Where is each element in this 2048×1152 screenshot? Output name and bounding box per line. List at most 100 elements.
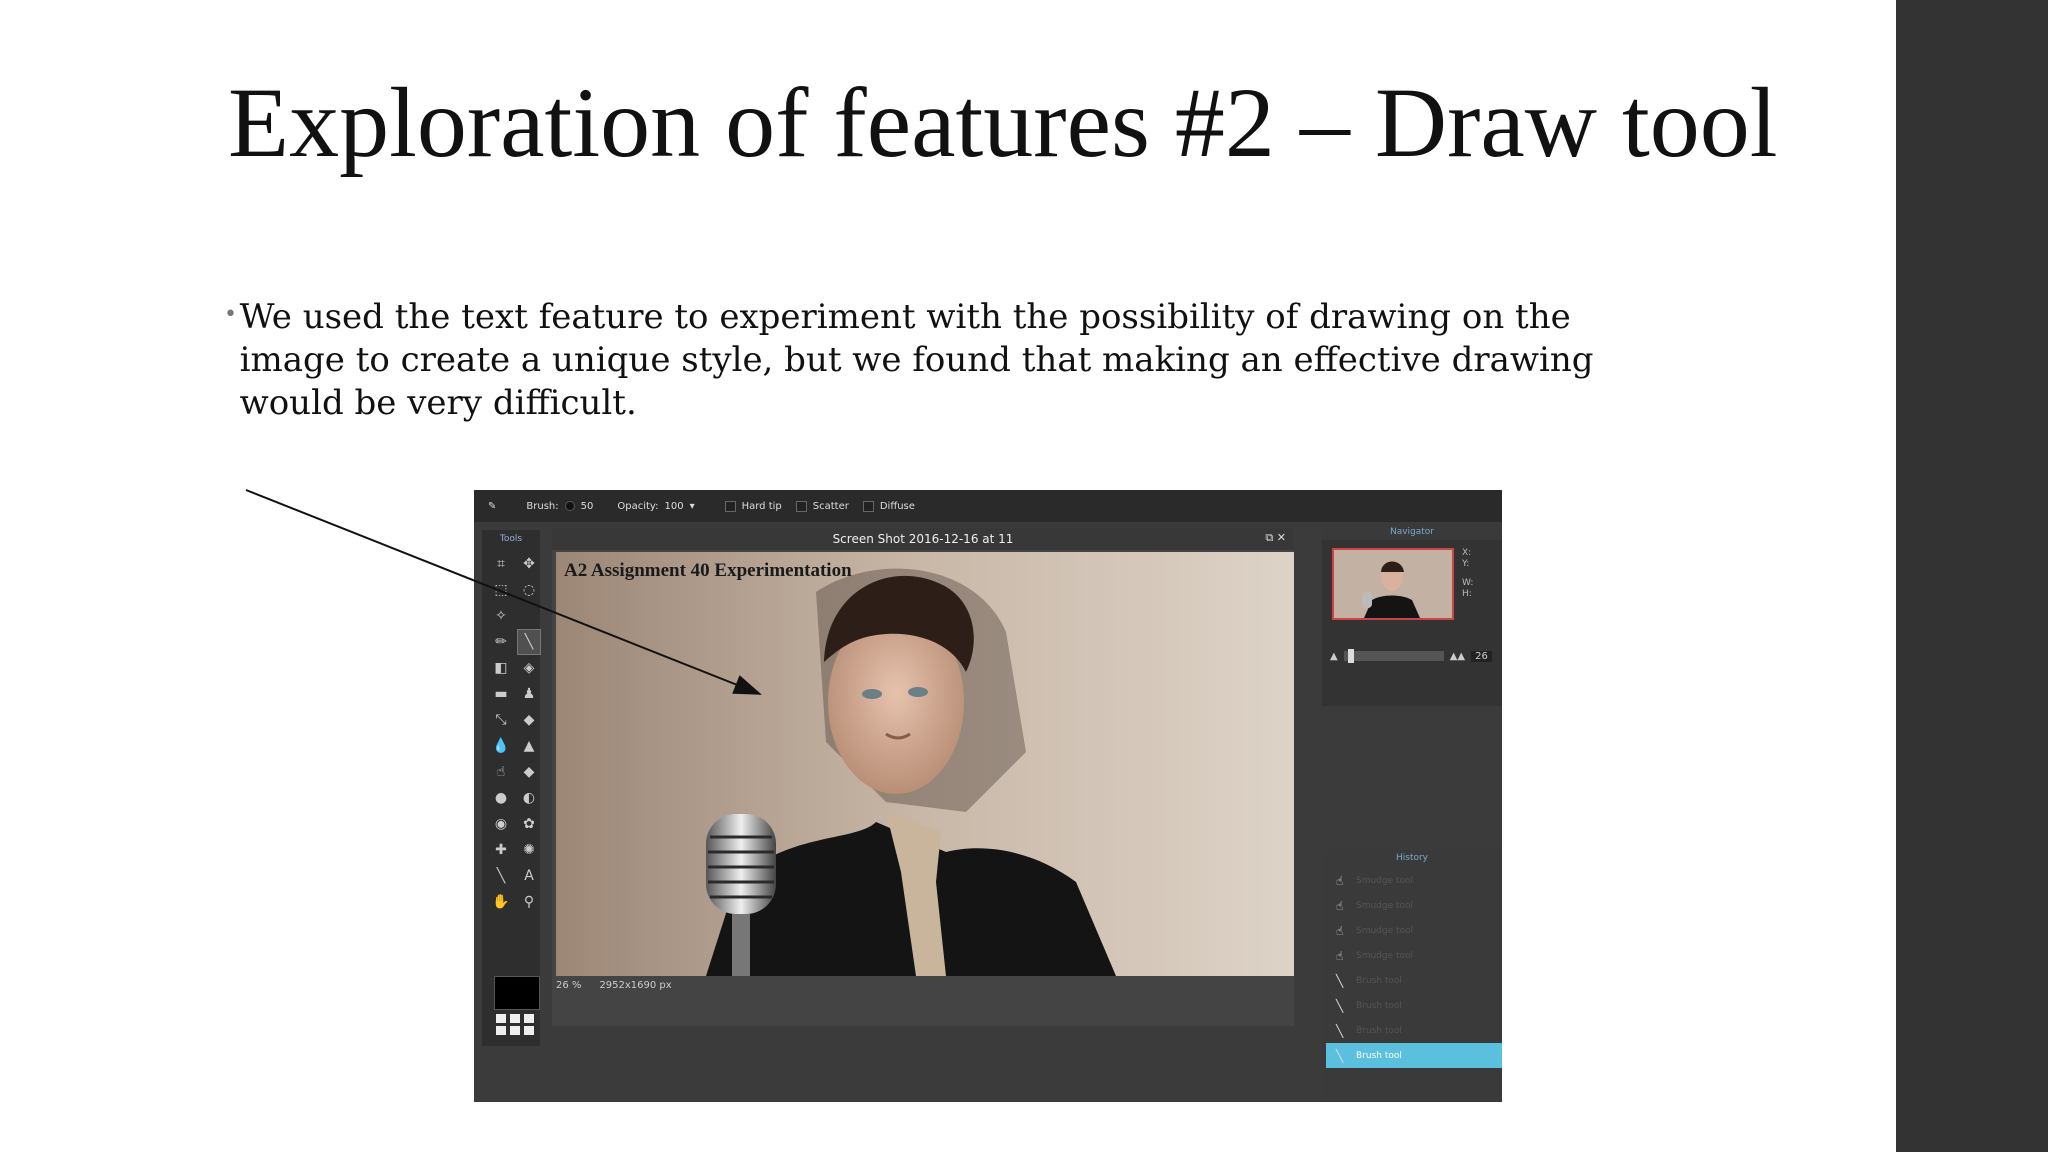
diffuse-checkbox[interactable]: Diffuse: [862, 500, 915, 512]
brush-label: Brush:: [526, 500, 559, 512]
gradient-icon[interactable]: ▬: [490, 682, 512, 706]
history-item-label: Brush tool: [1356, 1050, 1402, 1061]
slide-title: Exploration of features #2 – Draw tool: [228, 67, 1778, 178]
history-item[interactable]: ╲ Brush tool: [1326, 1018, 1502, 1043]
stamp-icon[interactable]: ♟: [518, 682, 540, 706]
drop-icon[interactable]: 💧: [490, 734, 512, 758]
history-item[interactable]: ☝ Smudge tool: [1326, 918, 1502, 943]
history-item-label: Smudge tool: [1356, 950, 1414, 961]
checkbox-icon: [795, 500, 807, 512]
history-item[interactable]: ☝ Smudge tool: [1326, 868, 1502, 893]
sharpen-icon[interactable]: ▲: [518, 734, 540, 758]
restore-icon[interactable]: ⧉: [1265, 531, 1273, 544]
eraser-icon[interactable]: ◧: [490, 656, 512, 680]
zoom-icon[interactable]: ⚲: [518, 890, 540, 914]
bullet-item: • We used the text feature to experiment…: [224, 296, 1664, 425]
editor-toolbar: ✎ Brush: 50 Opacity: 100 ▾ Hard tip Scat…: [474, 490, 1502, 522]
burn-icon[interactable]: ●: [490, 786, 512, 810]
opacity-value[interactable]: 100: [664, 501, 683, 512]
close-icon[interactable]: ✕: [1277, 531, 1286, 544]
history-title: History: [1322, 850, 1502, 866]
hand-icon[interactable]: ✋: [490, 890, 512, 914]
navigator-zoom-row: ▲ ▲▲ 26: [1330, 648, 1498, 664]
brush-icon[interactable]: ╲: [517, 629, 541, 655]
status-bar: 26 % 2952x1690 px: [556, 980, 672, 991]
dodge-icon[interactable]: ◐: [518, 786, 540, 810]
picker-icon[interactable]: ⤡: [490, 708, 512, 732]
history-item-label: Brush tool: [1356, 1000, 1402, 1011]
bullet-text: We used the text feature to experiment w…: [239, 297, 1594, 423]
nav-x-label: X:: [1462, 548, 1472, 558]
brush-size[interactable]: 50: [581, 501, 594, 512]
navigator-coords: X: Y: W: H:: [1462, 548, 1473, 600]
hard-tip-label: Hard tip: [741, 500, 782, 512]
tools-panel: Tools ⌗ ✥ ⬚ ◌ ✧ ✏ ╲ ◧ ◈ ▬ ♟ ⤡ ◆ 💧 ▲ ☝ ◆ …: [482, 530, 541, 1046]
marquee-icon[interactable]: ⬚: [490, 578, 512, 602]
smudge-icon: ☝: [1336, 898, 1344, 913]
zoom-value[interactable]: 26: [556, 980, 569, 991]
navigator-thumbnail[interactable]: [1332, 548, 1454, 620]
checkbox-icon: [724, 500, 736, 512]
thumbnail-image: [1334, 550, 1452, 618]
navigator-zoom-value[interactable]: 26: [1471, 650, 1492, 662]
zoom-slider[interactable]: [1343, 649, 1444, 663]
zoom-out-icon[interactable]: ▲: [1330, 651, 1338, 662]
crop-icon[interactable]: ⌗: [490, 552, 512, 576]
bullet-dot: •: [224, 302, 237, 327]
sponge-icon[interactable]: ◆: [518, 760, 540, 784]
nav-w-label: W:: [1462, 578, 1474, 588]
history-item-label: Smudge tool: [1356, 900, 1414, 911]
canvas-title-bar: Screen Shot 2016-12-16 at 11 ⧉ ✕: [552, 528, 1294, 550]
diffuse-label: Diffuse: [879, 500, 915, 512]
history-item[interactable]: ╲ Brush tool: [1326, 968, 1502, 993]
wand-icon[interactable]: ✧: [490, 604, 512, 628]
history-item-label: Smudge tool: [1356, 925, 1414, 936]
zoom-in-icon[interactable]: ▲▲: [1450, 651, 1465, 662]
nav-y-label: Y:: [1462, 559, 1470, 569]
history-item-label: Brush tool: [1356, 1025, 1402, 1036]
move-icon[interactable]: ✥: [518, 552, 540, 576]
history-item[interactable]: ╲ Brush tool: [1326, 993, 1502, 1018]
brush-preview-icon[interactable]: [564, 501, 575, 511]
history-item[interactable]: ╲ Brush tool: [1326, 1043, 1502, 1068]
canvas-title: Screen Shot 2016-12-16 at 11: [832, 532, 1014, 546]
pinch-icon[interactable]: ✺: [518, 838, 540, 862]
replace-icon[interactable]: ◆: [518, 708, 540, 732]
zoom-slider-knob[interactable]: [1347, 649, 1354, 663]
redeye-icon[interactable]: ◉: [490, 812, 512, 836]
line-icon[interactable]: ╲: [490, 864, 512, 888]
history-list: ☝ Smudge tool ☝ Smudge tool ☝ Smudge tool ☝ Smu…: [1326, 868, 1502, 1068]
color-swatch[interactable]: [494, 976, 540, 1010]
history-item-label: Smudge tool: [1356, 875, 1414, 886]
tools-title: Tools: [499, 534, 523, 544]
brush-icon: ╲: [1336, 998, 1344, 1013]
navigator-panel: Navigator X: Y: W: H: ▲ ▲▲ 26: [1322, 524, 1502, 706]
bloat-icon[interactable]: ✚: [490, 838, 512, 862]
nav-h-label: H:: [1462, 589, 1472, 599]
fill-icon[interactable]: ◈: [518, 656, 540, 680]
pencil-icon[interactable]: ✏: [490, 630, 512, 654]
canvas-window: Screen Shot 2016-12-16 at 11 ⧉ ✕ A2 Assi…: [552, 528, 1294, 1026]
history-item[interactable]: ☝ Smudge tool: [1326, 893, 1502, 918]
history-item-label: Brush tool: [1356, 975, 1402, 986]
photo-canvas[interactable]: A2 Assignment 40 Experimentation: [556, 552, 1294, 976]
right-side-band: [1896, 0, 2048, 1152]
scatter-checkbox[interactable]: Scatter: [795, 500, 849, 512]
brush-tool-icon[interactable]: ✎: [488, 501, 496, 512]
spot-heal-icon[interactable]: ✿: [518, 812, 540, 836]
smudge-icon[interactable]: ☝: [490, 760, 512, 784]
smudge-icon: ☝: [1336, 948, 1344, 963]
portrait-photo: [556, 552, 1294, 976]
text-icon[interactable]: A: [518, 864, 540, 888]
history-panel: History ☝ Smudge tool ☝ Smudge tool ☝ Smudge …: [1322, 850, 1502, 1102]
chevron-down-icon[interactable]: ▾: [690, 501, 695, 512]
scatter-label: Scatter: [812, 500, 849, 512]
brush-icon: ╲: [1336, 1023, 1344, 1038]
view-grid-icon[interactable]: [496, 1014, 534, 1035]
zoom-percent: %: [571, 980, 582, 991]
history-item[interactable]: ☝ Smudge tool: [1326, 943, 1502, 968]
hard-tip-checkbox[interactable]: Hard tip: [724, 500, 782, 512]
smudge-icon: ☝: [1336, 873, 1344, 888]
tool-grid: ⌗ ✥ ⬚ ◌ ✧ ✏ ╲ ◧ ◈ ▬ ♟ ⤡ ◆ 💧 ▲ ☝ ◆ ● ◐ ◉ …: [482, 544, 541, 914]
lasso-icon[interactable]: ◌: [518, 578, 540, 602]
